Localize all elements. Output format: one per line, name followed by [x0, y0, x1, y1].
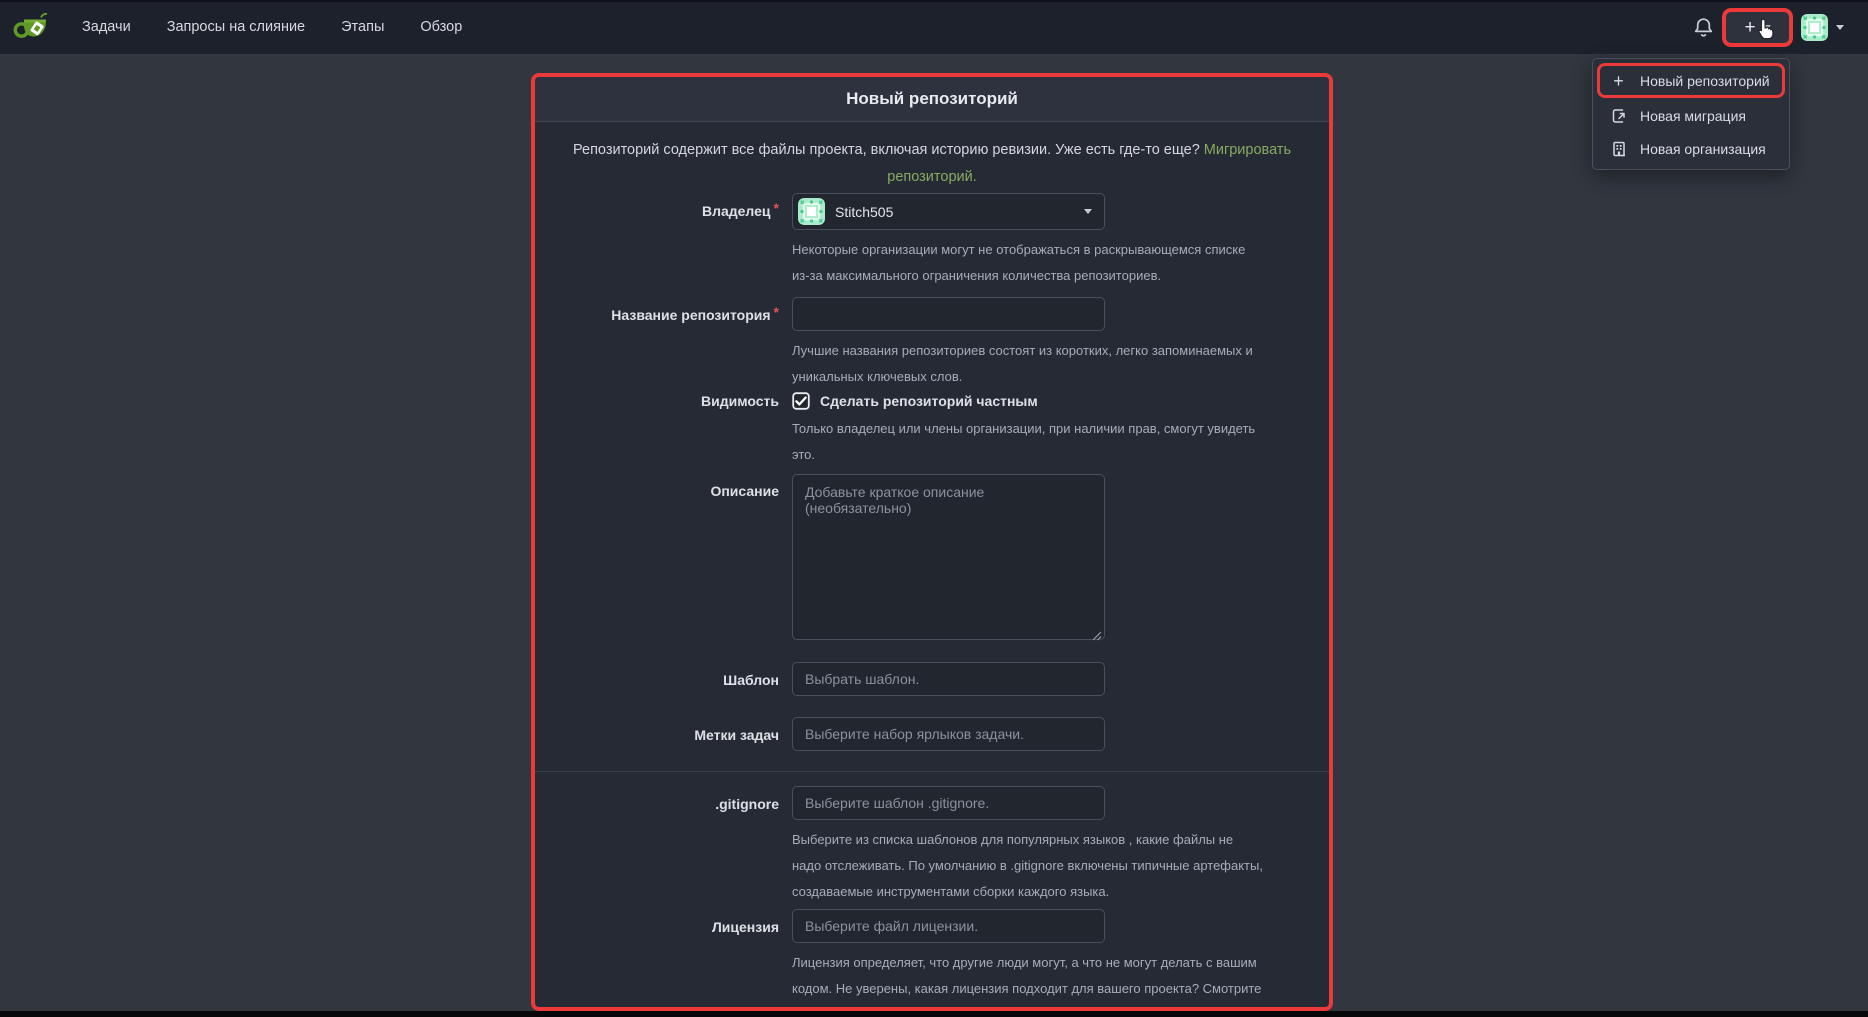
- menu-item-new-organization[interactable]: Новая организация: [1593, 132, 1789, 165]
- visibility-label: Видимость: [561, 390, 779, 412]
- owner-select[interactable]: Stitch505: [792, 193, 1105, 230]
- repo-name-input[interactable]: [792, 297, 1105, 331]
- intro-text: Репозиторий содержит все файлы проекта, …: [573, 142, 1200, 158]
- plus-icon: +: [1610, 72, 1627, 89]
- owner-avatar: [798, 198, 825, 225]
- field-repo-name: Название репозитория* Лучшие названия ре…: [561, 297, 1303, 390]
- license-input[interactable]: [792, 909, 1105, 943]
- chevron-down-icon: [1836, 25, 1844, 30]
- navbar: Задачи Запросы на слияние Этапы Обзор +: [0, 0, 1868, 55]
- private-checkbox-checked[interactable]: [792, 392, 810, 410]
- field-description: Описание: [561, 474, 1303, 645]
- form-body: Репозиторий содержит все файлы проекта, …: [535, 122, 1329, 1011]
- owner-selected-value: Stitch505: [835, 204, 893, 220]
- user-avatar: [1801, 14, 1828, 41]
- user-menu-button[interactable]: [1801, 14, 1844, 41]
- field-license: Лицензия Лицензия определяет, что другие…: [561, 909, 1303, 1011]
- description-textarea[interactable]: [792, 474, 1105, 640]
- nav-link-pull-requests[interactable]: Запросы на слияние: [167, 19, 305, 35]
- repo-name-label: Название репозитория*: [561, 297, 779, 333]
- owner-label: Владелец*: [561, 193, 779, 229]
- gitignore-label: .gitignore: [561, 786, 779, 822]
- nav-link-issues[interactable]: Задачи: [82, 19, 131, 35]
- nav-link-milestones[interactable]: Этапы: [341, 19, 384, 35]
- field-issue-labels: Метки задач: [561, 717, 1303, 753]
- bell-icon: [1694, 17, 1713, 38]
- owner-help-text: Некоторые организации могут не отображат…: [792, 237, 1264, 289]
- window-top-edge: [0, 0, 1868, 2]
- menu-item-label: Новая миграция: [1640, 108, 1746, 124]
- gitea-logo-icon[interactable]: [12, 7, 52, 47]
- required-marker: *: [774, 200, 779, 216]
- license-label: Лицензия: [561, 909, 779, 945]
- form-intro: Репозиторий содержит все файлы проекта, …: [572, 137, 1292, 191]
- field-template: Шаблон: [561, 662, 1303, 698]
- menu-item-new-migration[interactable]: Новая миграция: [1593, 99, 1789, 132]
- menu-item-label: Новая организация: [1640, 141, 1766, 157]
- menu-item-new-repository[interactable]: + Новый репозиторий: [1597, 63, 1785, 98]
- template-label: Шаблон: [561, 662, 779, 698]
- gitignore-help-text: Выберите из списка шаблонов для популярн…: [792, 827, 1264, 905]
- description-label: Описание: [561, 474, 779, 503]
- issue-labels-label: Метки задач: [561, 717, 779, 753]
- field-owner: Владелец*: [561, 193, 1303, 289]
- form-header: Новый репозиторий: [535, 77, 1329, 122]
- section-divider: [535, 771, 1329, 772]
- mouse-cursor-hand: [1754, 17, 1778, 43]
- license-help-text: Лицензия определяет, что другие люди мог…: [792, 950, 1264, 1011]
- page-title: Новый репозиторий: [846, 89, 1018, 109]
- template-input[interactable]: [792, 662, 1105, 696]
- notifications-bell-button[interactable]: [1692, 15, 1714, 39]
- private-checkbox-label[interactable]: Сделать репозиторий частным: [820, 393, 1038, 409]
- gitignore-input[interactable]: [792, 786, 1105, 820]
- migration-icon: [1610, 107, 1627, 124]
- primary-nav: Задачи Запросы на слияние Этапы Обзор: [82, 19, 462, 35]
- issue-labels-input[interactable]: [792, 717, 1105, 751]
- nav-link-explore[interactable]: Обзор: [420, 19, 462, 35]
- navbar-right-cluster: +: [1692, 8, 1844, 47]
- organization-building-icon: [1610, 140, 1627, 157]
- create-dropdown-menu: + Новый репозиторий Новая миграция Новая: [1592, 58, 1790, 170]
- field-gitignore: .gitignore Выберите из списка шаблонов д…: [561, 786, 1303, 905]
- license-help-body: Лицензия определяет, что другие люди мог…: [792, 955, 1261, 996]
- new-repository-form: Новый репозиторий Репозиторий содержит в…: [531, 73, 1333, 1011]
- visibility-help-text: Только владелец или члены организации, п…: [792, 416, 1264, 468]
- viewport-bottom-edge: [0, 1011, 1868, 1017]
- create-new-button[interactable]: +: [1722, 8, 1793, 47]
- chevron-down-icon: [1084, 209, 1092, 214]
- required-marker: *: [774, 304, 779, 320]
- field-visibility: Видимость Сделать репозиторий частным То…: [561, 390, 1303, 468]
- menu-item-label: Новый репозиторий: [1640, 73, 1770, 89]
- repo-name-help-text: Лучшие названия репозиториев состоят из …: [792, 338, 1264, 390]
